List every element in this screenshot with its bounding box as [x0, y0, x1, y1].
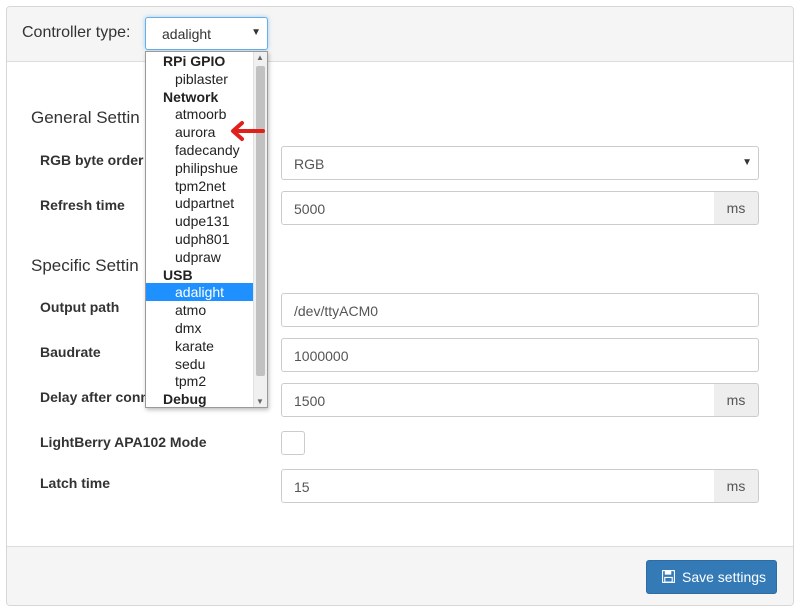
dropdown-group-label: USB	[163, 266, 193, 283]
controller-type-select[interactable]: adalight ▼	[145, 17, 268, 50]
dropdown-group-label: RPi GPIO	[163, 53, 226, 69]
dropdown-option[interactable]: dmx	[146, 319, 254, 337]
controller-type-dropdown-list[interactable]: RPi GPIO piblaster Network atmoorb aurora fad…	[145, 51, 268, 408]
panel-header: Controller type: adalight ▼	[7, 7, 793, 62]
dropdown-scroll-thumb[interactable]	[256, 66, 265, 376]
latch-time-unit: ms	[714, 469, 759, 503]
baudrate-value: 1000000	[294, 348, 349, 364]
output-path-label: Output path	[40, 299, 120, 315]
dropdown-option[interactable]: piblaster	[146, 70, 254, 88]
chevron-down-icon: ▼	[742, 157, 752, 168]
output-path-input[interactable]: /dev/ttyACM0	[281, 293, 759, 327]
refresh-time-input[interactable]: 5000	[281, 191, 715, 225]
dropdown-option[interactable]: sedu	[146, 355, 254, 373]
dropdown-option[interactable]: philipshue	[146, 159, 254, 177]
floppy-disk-icon	[662, 570, 675, 583]
rgb-byte-order-label: RGB byte order	[40, 152, 144, 168]
controller-type-label: Controller type:	[22, 24, 131, 41]
lightberry-mode-checkbox[interactable]	[281, 431, 305, 455]
baudrate-label: Baudrate	[40, 344, 101, 360]
dropdown-scrollbar[interactable]: ▲ ▼	[253, 52, 267, 407]
dropdown-group-label: Network	[163, 88, 219, 105]
delay-after-connect-value: 1500	[294, 393, 326, 409]
output-path-value: /dev/ttyACM0	[294, 303, 379, 319]
specific-settings-title: Specific Settin	[31, 256, 139, 275]
refresh-time-value: 5000	[294, 201, 326, 217]
dropdown-option[interactable]: fadecandy	[146, 141, 254, 159]
lightberry-mode-label: LightBerry APA102 Mode	[40, 434, 207, 450]
controller-type-value: adalight	[162, 26, 212, 42]
dropdown-option[interactable]: udph801	[146, 230, 254, 248]
delay-after-connect-unit: ms	[714, 383, 759, 417]
refresh-time-unit: ms	[714, 191, 759, 225]
scroll-up-icon[interactable]: ▲	[256, 53, 264, 62]
baudrate-input[interactable]: 1000000	[281, 338, 759, 372]
delay-after-connect-label: Delay after conn	[40, 389, 149, 405]
settings-panel: Controller type: adalight ▼ General Sett…	[6, 6, 794, 606]
panel-footer: Save settings	[7, 546, 793, 605]
dropdown-option[interactable]: udpe131	[146, 212, 254, 230]
latch-time-value: 15	[294, 479, 310, 495]
save-settings-button[interactable]: Save settings	[646, 560, 777, 594]
latch-time-input[interactable]: 15	[281, 469, 715, 503]
general-settings-title: General Settin	[31, 108, 140, 127]
dropdown-option[interactable]: udpartnet	[146, 194, 254, 212]
dropdown-option[interactable]: atmo	[146, 301, 254, 319]
latch-time-label: Latch time	[40, 475, 111, 491]
dropdown-group-label: Debug	[163, 391, 207, 408]
red-arrow-icon	[231, 121, 265, 141]
rgb-byte-order-value: RGB	[294, 156, 325, 172]
rgb-byte-order-select[interactable]: RGB ▼	[281, 146, 759, 180]
scroll-down-icon[interactable]: ▼	[256, 397, 264, 406]
refresh-time-label: Refresh time	[40, 197, 125, 213]
delay-after-connect-input[interactable]: 1500	[281, 383, 715, 417]
dropdown-option[interactable]: adalight	[146, 283, 254, 302]
dropdown-option[interactable]: tpm2	[146, 372, 254, 390]
chevron-down-icon: ▼	[251, 27, 261, 38]
dropdown-option[interactable]: karate	[146, 337, 254, 355]
dropdown-option[interactable]: udpraw	[146, 248, 254, 266]
save-settings-label: Save settings	[682, 569, 767, 585]
dropdown-option[interactable]: tpm2net	[146, 177, 254, 195]
